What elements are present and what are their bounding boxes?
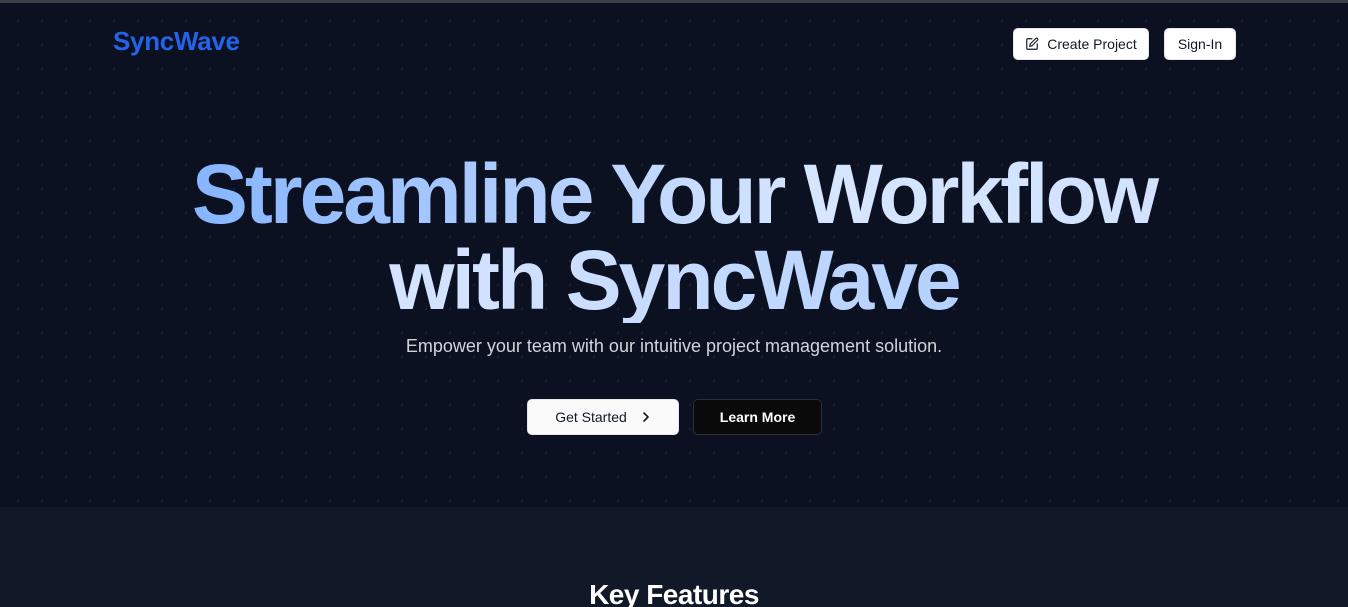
chevron-right-icon: [641, 411, 651, 423]
sign-in-label: Sign-In: [1177, 36, 1223, 52]
get-started-label: Get Started: [555, 409, 627, 425]
get-started-button[interactable]: Get Started: [527, 399, 679, 435]
create-project-button[interactable]: Create Project: [1013, 28, 1149, 60]
features-title: Key Features: [589, 579, 759, 607]
learn-more-label: Learn More: [719, 409, 796, 425]
hero-subtitle: Empower your team with our intuitive pro…: [405, 336, 943, 356]
create-project-label: Create Project: [1047, 36, 1137, 52]
brand-logo[interactable]: SyncWave: [113, 26, 240, 57]
learn-more-button[interactable]: Learn More: [693, 399, 822, 435]
hero-section: SyncWave Create Project Sign-In Streamli…: [0, 3, 1348, 507]
edit-icon: [1025, 37, 1039, 51]
headline-line-1: Streamline Your Workflow: [0, 151, 1348, 237]
hero-headline: Streamline Your Workflow with SyncWave: [0, 151, 1348, 323]
sign-in-button[interactable]: Sign-In: [1164, 28, 1236, 60]
headline-line-2: with SyncWave: [0, 237, 1348, 323]
features-section: Key Features: [0, 507, 1348, 607]
